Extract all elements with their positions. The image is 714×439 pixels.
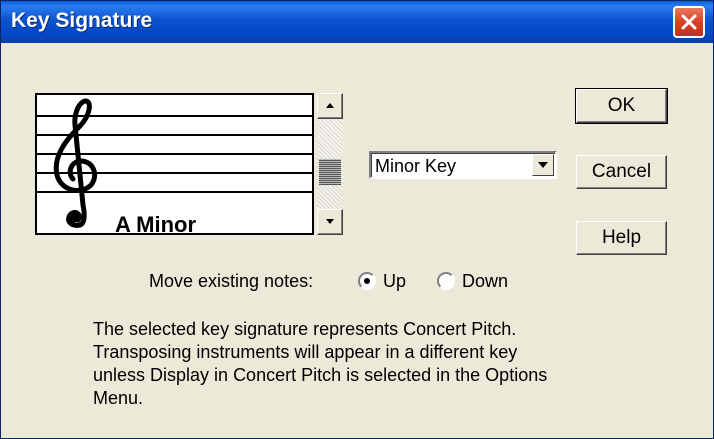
info-line: Menu. <box>93 388 144 408</box>
key-name-label: A Minor <box>115 212 197 235</box>
concert-pitch-info: The selected key signature represents Co… <box>93 318 633 410</box>
key-signature-preview: A Minor <box>35 93 314 235</box>
scroll-thumb[interactable] <box>319 159 341 185</box>
cancel-button[interactable]: Cancel <box>576 155 667 189</box>
move-notes-label: Move existing notes: <box>149 271 314 291</box>
radio-up[interactable] <box>358 272 376 290</box>
arrow-down-icon <box>326 219 334 224</box>
treble-clef-icon <box>53 98 98 228</box>
key-type-select[interactable]: Minor Key <box>369 151 557 179</box>
key-signature-dialog: Key Signature A Minor Minor Key OK Cance… <box>0 0 714 439</box>
help-button[interactable]: Help <box>576 221 667 255</box>
close-button[interactable] <box>673 6 705 38</box>
key-type-dropdown-button[interactable] <box>532 154 554 176</box>
window-title: Key Signature <box>11 9 153 32</box>
title-bar[interactable]: Key Signature <box>1 1 713 43</box>
chevron-down-icon <box>538 162 548 168</box>
ok-button[interactable]: OK <box>575 88 668 124</box>
key-scrollbar[interactable] <box>317 93 343 235</box>
close-icon <box>681 14 697 30</box>
radio-up-label[interactable]: Up <box>383 271 406 292</box>
radio-selected-dot <box>364 278 370 284</box>
info-line: Transposing instruments will appear in a… <box>93 342 518 362</box>
info-line: unless Display in Concert Pitch is selec… <box>93 365 548 385</box>
arrow-up-icon <box>326 103 334 108</box>
scroll-down-button[interactable] <box>317 209 343 235</box>
radio-down[interactable] <box>437 272 455 290</box>
scroll-up-button[interactable] <box>317 93 343 119</box>
radio-down-label[interactable]: Down <box>462 271 508 292</box>
dialog-body: A Minor Minor Key OK Cancel Help Move ex… <box>1 43 713 438</box>
info-line: The selected key signature represents Co… <box>93 319 517 339</box>
key-type-value: Minor Key <box>375 156 457 176</box>
